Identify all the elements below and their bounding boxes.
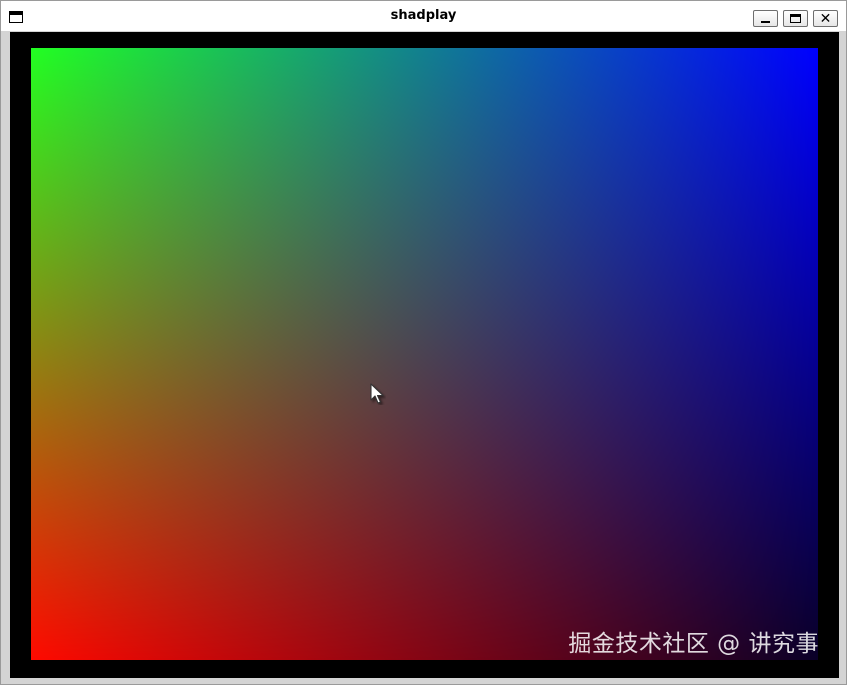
close-button[interactable]: ✕ [813, 10, 838, 27]
close-icon: ✕ [819, 10, 832, 27]
minimize-button[interactable] [753, 10, 778, 27]
window-title: shadplay [390, 8, 457, 23]
maximize-icon [790, 14, 801, 23]
titlebar[interactable]: shadplay ✕ [1, 1, 846, 31]
maximize-button[interactable] [783, 10, 808, 27]
app-window: shadplay ✕ 掘金技术社区 @ 讲究事 [0, 0, 847, 685]
watermark-text: 掘金技术社区 @ 讲究事 [568, 631, 819, 657]
minimize-icon [761, 21, 770, 23]
shader-canvas[interactable] [31, 48, 818, 660]
render-viewport[interactable]: 掘金技术社区 @ 讲究事 [10, 32, 839, 678]
arrow-cursor-icon [370, 383, 384, 404]
